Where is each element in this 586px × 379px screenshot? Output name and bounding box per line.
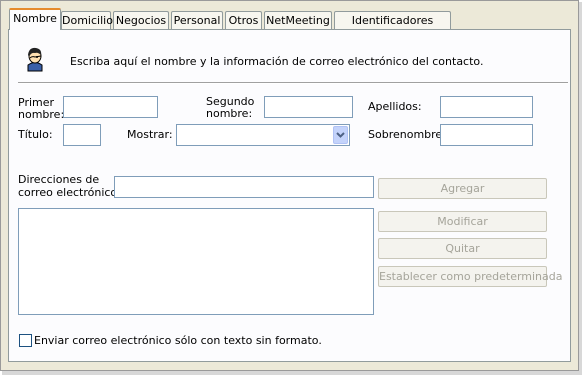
tab-netmeeting[interactable]: NetMeeting [264,11,332,29]
first-name-label-line2: nombre: [18,108,65,121]
middle-name-label-line2: nombre: [206,107,253,120]
tab-identificadores-digitales[interactable]: Identificadores digitales [334,11,451,44]
contact-person-icon [24,46,46,72]
header-divider-highlight [18,83,568,84]
middle-name-field[interactable] [264,96,353,118]
nickname-field[interactable] [440,124,533,146]
tab-domicilio[interactable]: Domicilio [61,11,113,29]
email-label-line1: Direcciones de [18,173,100,186]
edit-email-button[interactable]: Modificar [378,211,547,232]
tab-otros[interactable]: Otros [225,11,262,29]
display-dropdown[interactable] [176,124,350,146]
first-name-field[interactable] [63,96,158,118]
email-address-list[interactable] [18,208,374,315]
tab-nombre[interactable]: Nombre [9,8,61,30]
title-label: Título: [18,128,53,141]
plain-text-checkbox-label[interactable]: Enviar correo electrónico sólo con texto… [34,334,322,347]
email-label-line2: correo electrónico: [18,186,121,199]
tab-personal[interactable]: Personal [171,11,223,29]
chevron-down-icon [336,132,345,138]
set-default-email-button[interactable]: Establecer como predeterminada [378,266,563,287]
last-name-field[interactable] [440,96,533,118]
tab-negocios[interactable]: Negocios [113,11,169,29]
remove-email-button[interactable]: Quitar [378,238,547,259]
last-name-label: Apellidos: [368,100,422,113]
display-label: Mostrar: [127,128,173,141]
plain-text-checkbox[interactable] [19,334,32,347]
nickname-label: Sobrenombre: [368,128,446,141]
title-field[interactable] [63,124,101,146]
dropdown-arrow-button[interactable] [333,126,348,144]
email-input[interactable] [114,176,374,198]
header-description: Escriba aquí el nombre y la información … [70,55,484,68]
add-email-button[interactable]: Agregar [378,178,547,199]
